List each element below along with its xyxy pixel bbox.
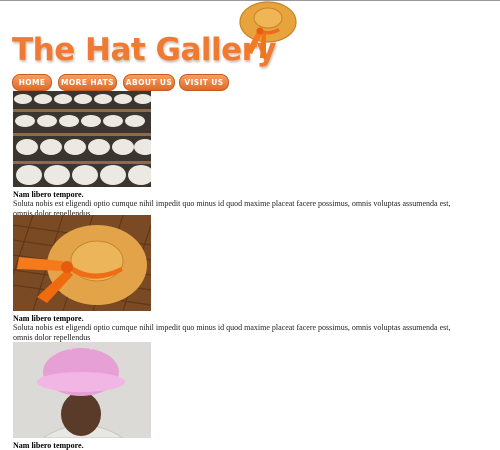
straw-hat-photo: [13, 215, 151, 311]
nav-more-hats-button[interactable]: MORE HATS: [58, 74, 117, 91]
article-item: Nam libero tempore.: [13, 342, 493, 450]
article-item: Nam libero tempore. Soluta nobis est eli…: [13, 91, 493, 218]
nav-about-us-button[interactable]: ABOUT US: [123, 74, 175, 91]
pink-fur-hat-photo: [13, 342, 151, 438]
article-title: Nam libero tempore.: [13, 314, 84, 323]
straw-hat-icon: [239, 1, 297, 58]
nav-home-button[interactable]: HOME: [12, 74, 52, 91]
article-title: Nam libero tempore.: [13, 190, 84, 199]
stacked-hats-photo: [13, 91, 151, 187]
nav-visit-us-button[interactable]: VISIT US: [179, 74, 229, 91]
article-body: Soluta nobis est eligendi optio cumque n…: [13, 323, 451, 342]
article-item: Nam libero tempore. Soluta nobis est eli…: [13, 215, 493, 342]
